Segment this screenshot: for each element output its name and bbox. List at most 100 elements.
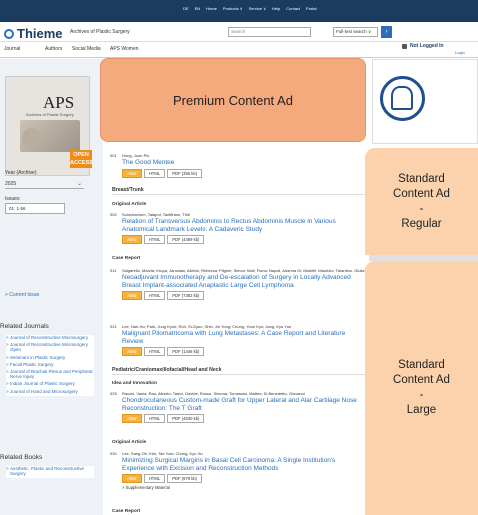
list-item[interactable]: Aesthetic, Plastic and Reconstructive Su… [6, 466, 94, 476]
html-button[interactable]: HTML [143, 168, 166, 178]
ad-regular-line: - [419, 202, 424, 215]
pdf-button[interactable]: PDF (979 kb) [167, 474, 203, 483]
top-link-contact[interactable]: Contact [286, 6, 300, 11]
search-button[interactable]: › [381, 26, 392, 38]
article-title[interactable]: Neoadjuvant Immunotherapy and De-escalat… [122, 274, 367, 289]
pdf-button[interactable]: PDF (1446 kb) [167, 347, 205, 356]
emblem-figure-icon [391, 86, 413, 110]
list-item[interactable]: Journal of Reconstructive Microsurgery [6, 335, 94, 340]
article-authors: Sunicharnom, Tatapol; Tantitham, Thiti [122, 212, 190, 217]
login-link[interactable]: Login [455, 50, 465, 55]
article-page: 021 [110, 324, 117, 329]
category-heading: Breast/Trunk [112, 187, 368, 195]
related-journals-heading: Related Journals [0, 323, 49, 330]
subheading: Case Report [112, 256, 141, 261]
premium-content-ad[interactable]: Premium Content Ad [100, 58, 366, 142]
abstract-button[interactable]: Abstr [122, 235, 142, 244]
subheading: Case Report [112, 509, 141, 514]
related-books-heading: Related Books [0, 454, 43, 461]
subheading: Original Article [112, 202, 147, 207]
article-title[interactable]: Relation of Transversus Abdominis to Rec… [122, 218, 367, 233]
abstract-button[interactable]: Abstr [122, 347, 142, 356]
article-title[interactable]: Malignant Pilomatricoma with Lung Metast… [122, 330, 367, 345]
search-input[interactable]: Search [228, 27, 311, 37]
issues-label: Issues [5, 196, 20, 202]
top-links: DE EN Home Products ∨ Service ∨ Help Con… [183, 6, 317, 11]
pdf-button[interactable]: PDF (355 kb) [167, 168, 203, 178]
top-link-service[interactable]: Service ∨ [249, 6, 266, 11]
top-link-products[interactable]: Products ∨ [223, 6, 243, 11]
abstract-button[interactable]: Abstr [122, 168, 142, 178]
chevron-down-icon: ⌄ [76, 181, 82, 187]
html-button[interactable]: HTML [143, 474, 166, 483]
category-heading: Pediatric/Craniomaxillofacial/Head and N… [112, 367, 368, 375]
page: DE EN Home Products ∨ Service ∨ Help Con… [0, 0, 478, 515]
article-authors: Lee, Nae-Ho; Park, Jung Kyun; Roh, Si-Gy… [122, 324, 292, 329]
ad-large-line: Standard [398, 359, 445, 371]
article-title[interactable]: Minimizing Surgical Margins in Basal Cel… [122, 457, 367, 472]
pdf-button[interactable]: PDF (7363 kb) [167, 291, 205, 300]
article-authors: Lee, Sang-Oh; Kim, Tae Gon; Chung, Kyu J… [122, 451, 203, 456]
top-link-portal[interactable]: Portal [306, 6, 316, 11]
ad-regular-line: Content Ad [393, 187, 450, 200]
html-button[interactable]: HTML [143, 414, 166, 423]
article-title[interactable]: Chondrocutaneous Custom-made Graft for U… [122, 397, 367, 412]
abstract-button[interactable]: Abstr [122, 291, 142, 300]
list-item[interactable]: Facial Plastic Surgery [6, 362, 94, 367]
list-item[interactable]: Journal of Brachial Plexus and Periphera… [6, 369, 94, 379]
pdf-button[interactable]: PDF (4469 kb) [167, 235, 205, 244]
article-page: 002 [110, 212, 117, 217]
standard-content-ad-large[interactable]: Standard Content Ad - Large [365, 261, 478, 515]
top-link-en[interactable]: EN [195, 6, 201, 11]
article-authors: Salgarello, Marzia; Krupa, Jaroslaw; All… [122, 268, 365, 273]
abstract-button[interactable]: Abstr [122, 474, 142, 483]
related-journals-list: Journal of Reconstructive Microsurgery J… [6, 335, 94, 396]
abstract-button[interactable]: Abstr [122, 414, 142, 423]
related-books-list: Aesthetic, Plastic and Reconstructive Su… [6, 466, 94, 479]
supplementary-link[interactable]: > Supplementary Material [122, 485, 367, 490]
list-item[interactable]: Indian Journal of Plastic Surgery [6, 381, 94, 386]
list-item[interactable]: Seminars in Plastic Surgery [6, 355, 94, 360]
pdf-button[interactable]: PDF (4630 kb) [167, 414, 205, 423]
subheading: Idea and Innovation [112, 381, 158, 386]
login-status: Not Logged In [410, 43, 444, 49]
lock-icon [402, 44, 407, 49]
nav-social-media[interactable]: Social Media [72, 46, 101, 52]
top-link-home[interactable]: Home [206, 6, 217, 11]
article-page: 025 [110, 391, 117, 396]
top-link-help[interactable]: Help [272, 6, 280, 11]
current-issue-link[interactable]: > Current Issue [5, 292, 39, 298]
article-page: 030 [110, 451, 117, 456]
top-bar: DE EN Home Products ∨ Service ∨ Help Con… [0, 0, 478, 22]
article-page: 011 [110, 268, 117, 273]
year-select[interactable]: 2025 ⌄ [5, 179, 84, 189]
html-button[interactable]: HTML [143, 291, 166, 300]
nav-authors[interactable]: Authors [45, 46, 62, 52]
article-title[interactable]: The Good Mentee [122, 159, 367, 167]
thieme-logo-icon [4, 29, 14, 39]
standard-content-ad-regular[interactable]: Standard Content Ad - Regular [365, 148, 478, 255]
list-item[interactable]: Journal of Reconstructive Microsurgery O… [6, 342, 94, 352]
journal-title[interactable]: Archives of Plastic Surgery [70, 29, 130, 35]
nav-journal[interactable]: Journal [4, 46, 20, 52]
year-label: Year (Archive) [5, 170, 37, 176]
issue-select[interactable]: 01: 1-56 [5, 203, 65, 214]
thieme-logo[interactable]: Thieme [17, 26, 63, 41]
cover-subtitle: Archives of Plastic Surgery [26, 112, 74, 117]
html-button[interactable]: HTML [143, 347, 166, 356]
cover-art-detail [22, 128, 40, 148]
nav-aps-women[interactable]: APS Women [110, 46, 139, 52]
premium-ad-label: Premium Content Ad [173, 92, 293, 108]
open-access-badge: OPEN ACCESS [70, 150, 93, 168]
article-page: 001 [110, 153, 117, 158]
ad-regular-line: Regular [401, 217, 442, 230]
ad-large-line: Large [406, 404, 437, 416]
article-authors: Racchi, Vania; Rau, Alberto; Talevi, Dav… [122, 391, 305, 396]
html-button[interactable]: HTML [143, 235, 166, 244]
list-item[interactable]: Journal of Hand and Microsurgery [6, 389, 94, 394]
top-link-de[interactable]: DE [183, 6, 189, 11]
ad-large-line: Content Ad [393, 374, 450, 386]
ad-large-line: - [419, 389, 424, 401]
fulltext-search-select[interactable]: Full-text search ∨ [333, 27, 378, 37]
subheading: Original Article [112, 440, 147, 445]
